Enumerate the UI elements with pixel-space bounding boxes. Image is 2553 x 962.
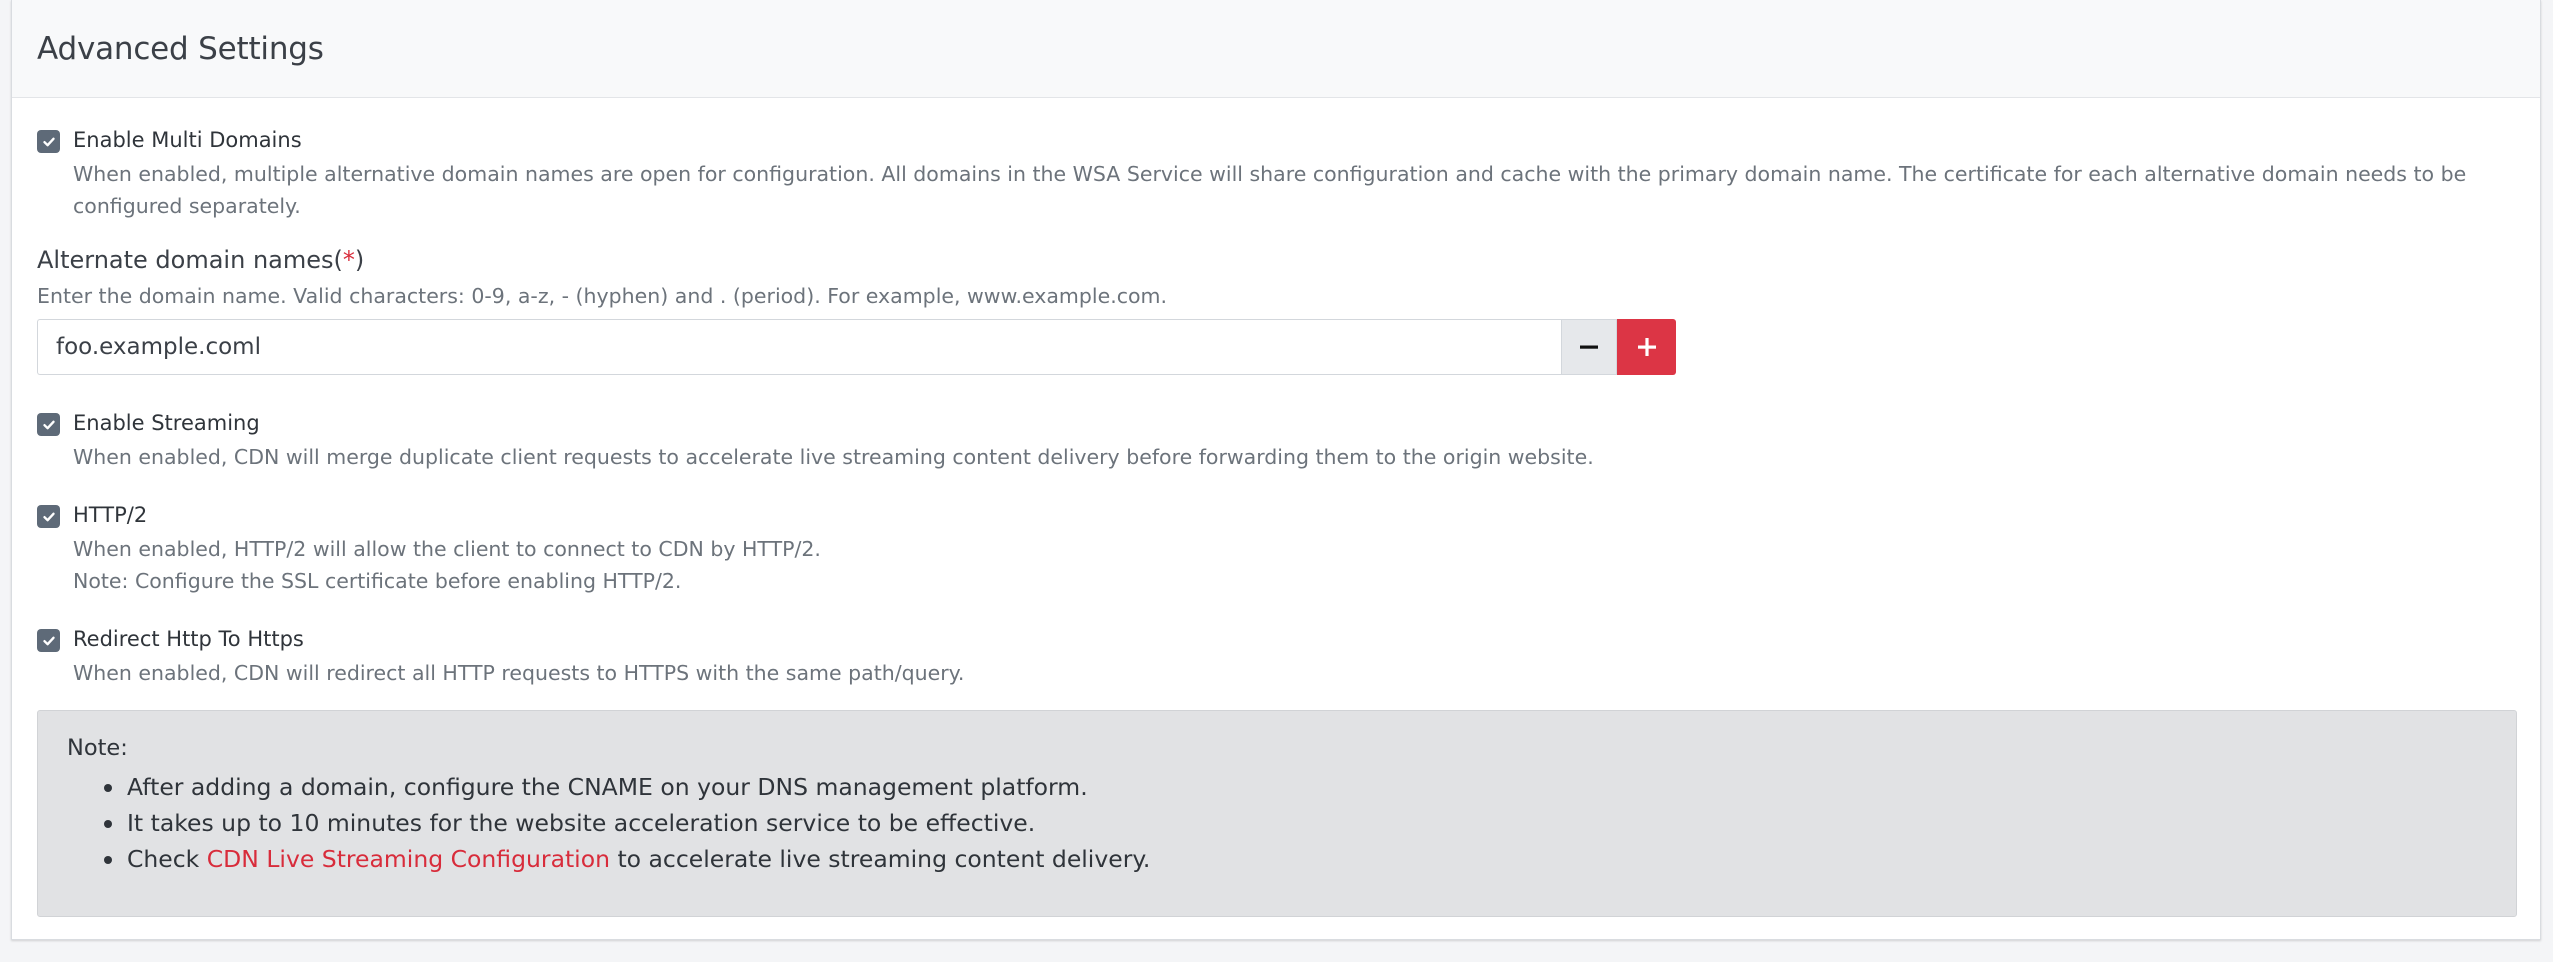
alternate-domain-input-group: foo.example.coml [37, 319, 1676, 375]
note-item-prefix: Check [127, 845, 207, 873]
alternate-domain-input[interactable]: foo.example.coml [37, 319, 1561, 375]
alternate-domains-help: Enter the domain name. Valid characters:… [37, 284, 1168, 308]
plus-icon [1637, 338, 1656, 356]
alternate-domains-label-close: ) [354, 246, 365, 274]
redirect-description: When enabled, CDN will redirect all HTTP… [73, 661, 965, 685]
redirect-checkbox[interactable] [37, 629, 60, 652]
http2-label[interactable]: HTTP/2 [73, 503, 147, 527]
http2-description: When enabled, HTTP/2 will allow the clie… [73, 537, 821, 561]
check-icon [42, 512, 55, 521]
note-box: Note: After adding a domain, configure t… [37, 710, 2517, 917]
note-title: Note: [67, 735, 128, 761]
minus-icon [1580, 345, 1598, 349]
add-domain-button[interactable] [1617, 319, 1676, 375]
alternate-domains-label-text: Alternate domain names( [37, 246, 343, 274]
check-icon [42, 420, 55, 429]
page-title: Advanced Settings [37, 30, 324, 67]
note-list: After adding a domain, configure the CNA… [104, 769, 1150, 877]
remove-domain-button[interactable] [1561, 319, 1617, 375]
redirect-label[interactable]: Redirect Http To Https [73, 627, 304, 651]
streaming-checkbox[interactable] [37, 413, 60, 436]
streaming-label[interactable]: Enable Streaming [73, 411, 260, 435]
multi-domains-description: When enabled, multiple alternative domai… [73, 162, 2467, 218]
multi-domains-label[interactable]: Enable Multi Domains [73, 128, 302, 152]
note-item-effective-time: It takes up to 10 minutes for the websit… [104, 805, 1150, 841]
streaming-description: When enabled, CDN will merge duplicate c… [73, 445, 1594, 469]
advanced-settings-panel: Advanced Settings Enable Multi Domains W… [11, 0, 2541, 940]
note-item-live-streaming: Check CDN Live Streaming Configuration t… [104, 841, 1150, 877]
note-item-cname: After adding a domain, configure the CNA… [104, 769, 1150, 805]
live-streaming-config-link[interactable]: CDN Live Streaming Configuration [207, 845, 610, 873]
check-icon [42, 137, 55, 146]
check-icon [42, 636, 55, 645]
note-item-suffix: to accelerate live streaming content del… [609, 845, 1151, 873]
panel-header: Advanced Settings [12, 0, 2540, 98]
http2-checkbox[interactable] [37, 505, 60, 528]
required-mark: * [342, 246, 355, 274]
alternate-domains-label: Alternate domain names(*) [37, 246, 364, 274]
http2-note: Note: Configure the SSL certificate befo… [73, 569, 682, 593]
multi-domains-checkbox[interactable] [37, 130, 60, 153]
